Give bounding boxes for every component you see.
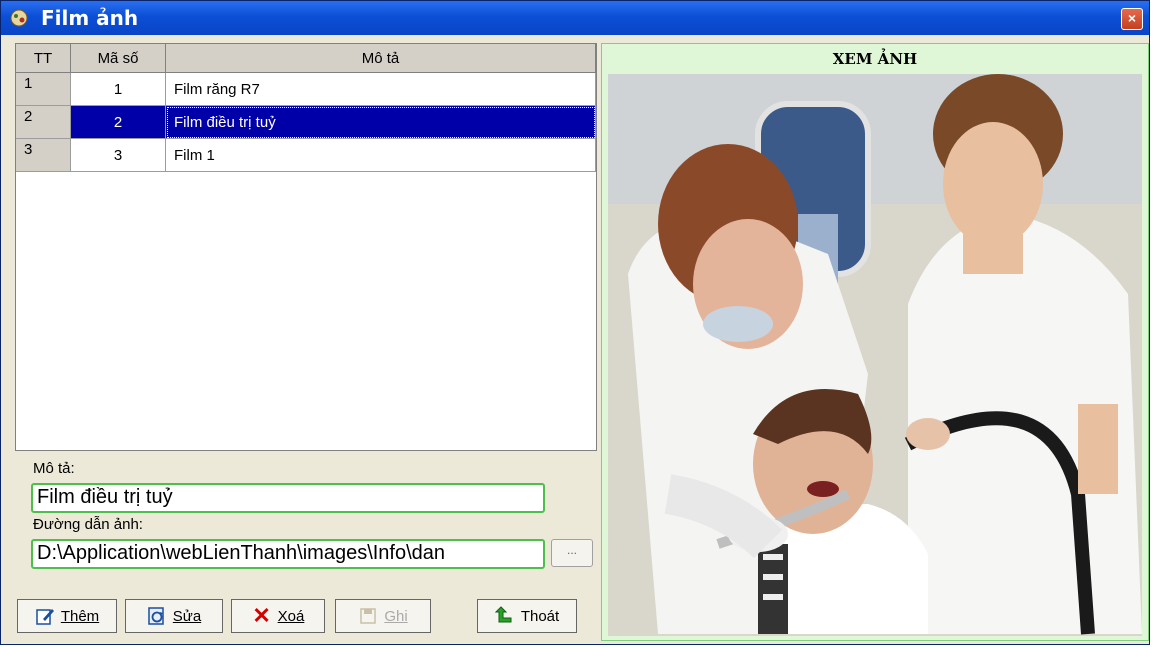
table-row[interactable]: 1 1 Film răng R7 [16, 72, 596, 106]
ghi-button[interactable]: Ghi [335, 599, 431, 633]
mo-ta-input[interactable]: Film điều trị tuỷ [31, 483, 545, 513]
them-label: Thêm [60, 607, 100, 625]
close-button[interactable]: × [1121, 8, 1143, 30]
thoat-button[interactable]: Thoát [477, 599, 577, 633]
ghi-label: Ghi [384, 607, 408, 625]
row-number[interactable]: 3 [16, 138, 71, 172]
image-preview-panel: XEM ẢNH [601, 43, 1149, 641]
xoa-button[interactable]: ✕ Xoá [231, 599, 325, 633]
cell-mo-ta[interactable]: Film điều trị tuỷ [165, 105, 596, 139]
window-title: Film ảnh [41, 6, 139, 30]
exit-arrow-icon [494, 606, 515, 626]
grid-header-row: TT Mã số Mô tả [16, 44, 596, 73]
row-number[interactable]: 1 [16, 72, 71, 106]
table-row-selected[interactable]: 2 2 Film điều trị tuỷ [16, 105, 596, 139]
cell-ma-so[interactable]: 3 [70, 138, 166, 172]
cell-mo-ta[interactable]: Film răng R7 [165, 72, 596, 106]
them-button[interactable]: Thêm [17, 599, 117, 633]
column-header-ma-so[interactable]: Mã số [70, 44, 166, 73]
edit-add-icon [35, 606, 55, 626]
mo-ta-label: Mô tả: [33, 460, 75, 477]
preview-header: XEM ẢNH [832, 50, 918, 68]
browse-button[interactable]: ... [551, 539, 593, 567]
cell-ma-so[interactable]: 2 [70, 105, 166, 139]
sua-button[interactable]: Sửa [125, 599, 223, 633]
film-anh-window: Film ảnh × TT Mã số Mô tả 1 1 Film răng … [0, 0, 1150, 645]
image-path-input[interactable]: D:\Application\webLienThanh\images\Info\… [31, 539, 545, 569]
title-bar[interactable]: Film ảnh × [1, 1, 1149, 35]
film-grid[interactable]: TT Mã số Mô tả 1 1 Film răng R7 2 2 Film… [15, 43, 597, 451]
close-icon: × [1127, 10, 1137, 26]
cell-ma-so[interactable]: 1 [70, 72, 166, 106]
column-header-mo-ta[interactable]: Mô tả [165, 44, 596, 73]
column-header-tt[interactable]: TT [16, 44, 71, 73]
delete-x-icon: ✕ [252, 603, 271, 628]
row-number[interactable]: 2 [16, 105, 71, 139]
thoat-label: Thoát [520, 607, 560, 625]
app-icon [10, 9, 28, 27]
dental-photo [608, 74, 1142, 636]
table-row[interactable]: 3 3 Film 1 [16, 138, 596, 172]
xoa-label: Xoá [277, 607, 305, 625]
cell-mo-ta[interactable]: Film 1 [165, 138, 596, 172]
save-icon [358, 606, 378, 626]
duong-dan-anh-label: Đường dẫn ảnh: [33, 516, 143, 533]
sua-label: Sửa [172, 607, 202, 625]
refresh-edit-icon [147, 606, 167, 626]
